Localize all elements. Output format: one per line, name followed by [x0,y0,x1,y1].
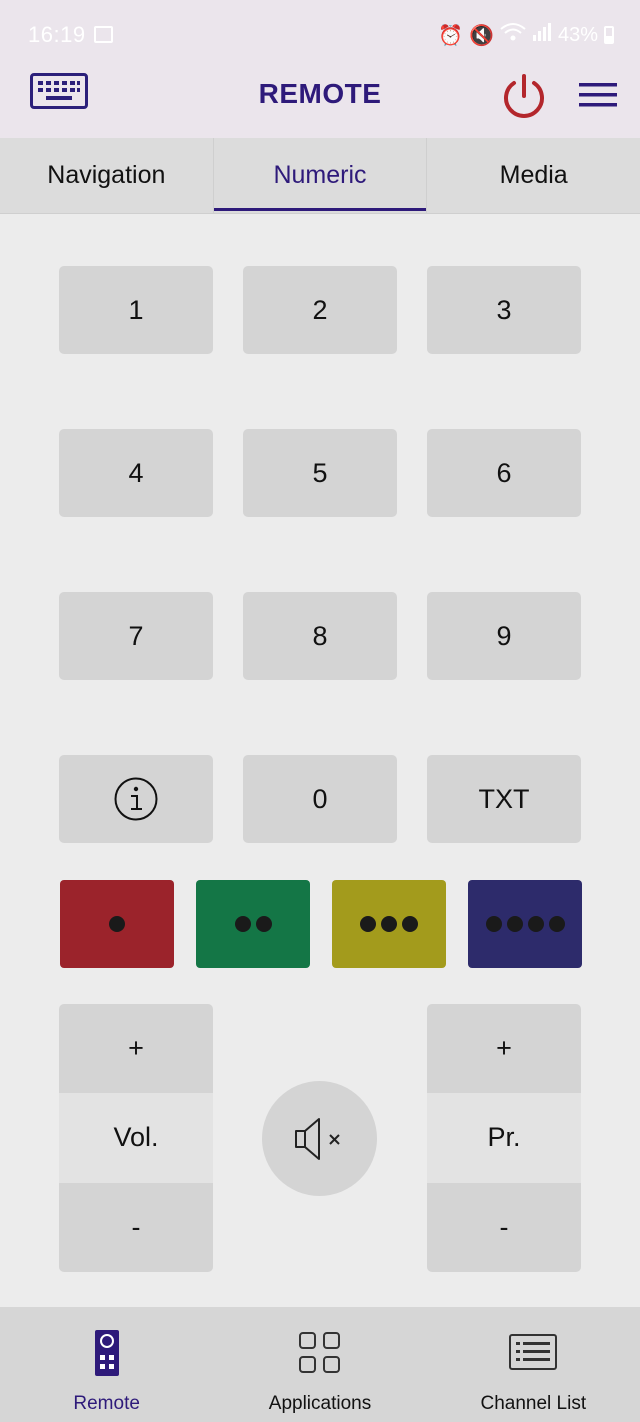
battery-icon [604,26,614,44]
top-bar: 16:19 ⏰ 🔇 43% REMOTE [0,0,640,138]
nav-channel-list-label: Channel List [480,1393,587,1414]
mute-status-icon: 🔇 [469,24,494,47]
info-icon [114,777,158,821]
blue-button[interactable] [468,880,582,968]
teletext-button[interactable]: TXT [427,755,581,843]
bottom-navigation: Remote Applications Channel List [0,1307,640,1422]
dot [360,916,376,932]
dot [485,916,502,932]
volume-up-button[interactable]: + [59,1004,213,1094]
dot [255,916,272,932]
yellow-button[interactable] [332,880,446,968]
status-icons: ⏰ 🔇 43% [438,22,614,48]
key-5-button[interactable]: 5 [243,429,397,517]
alarm-icon: ⏰ [438,24,464,47]
apps-grid-icon [298,1332,340,1373]
tab-navigation[interactable]: Navigation [0,138,214,213]
key-2-button[interactable]: 2 [243,266,397,354]
info-button[interactable] [59,755,213,843]
tab-bar: Navigation Numeric Media [0,138,640,214]
signal-icon [532,22,552,48]
key-7-button[interactable]: 7 [59,592,213,680]
key-3-button[interactable]: 3 [427,266,581,354]
program-up-button[interactable]: + [427,1004,581,1094]
dot [548,916,565,932]
dot [109,916,125,932]
volume-label: Vol. [59,1093,213,1183]
menu-icon[interactable] [578,80,618,110]
program-rocker: + Pr. - [427,1004,581,1272]
tab-numeric[interactable]: Numeric [213,138,428,213]
battery-percent: 43% [557,23,598,46]
dot [381,916,397,932]
power-icon[interactable] [500,74,548,118]
tab-media[interactable]: Media [427,138,640,213]
mute-button[interactable] [262,1081,377,1196]
nav-applications-label: Applications [268,1393,372,1414]
nav-remote-label: Remote [73,1393,140,1414]
key-9-button[interactable]: 9 [427,592,581,680]
nav-remote[interactable]: Remote [0,1307,213,1422]
dot [527,916,544,932]
green-button[interactable] [196,880,310,968]
key-0-button[interactable]: 0 [243,755,397,843]
key-4-button[interactable]: 4 [59,429,213,517]
status-time: 16:19 [28,22,86,47]
key-1-button[interactable]: 1 [59,266,213,354]
volume-rocker: + Vol. - [59,1004,213,1272]
volume-down-button[interactable]: - [59,1182,213,1272]
red-button[interactable] [60,880,174,968]
program-label: Pr. [427,1093,581,1183]
channel-list-icon [509,1334,558,1370]
key-8-button[interactable]: 8 [243,592,397,680]
key-6-button[interactable]: 6 [427,429,581,517]
dot [234,916,251,932]
dot [402,916,418,932]
status-bar: 16:19 ⏰ 🔇 43% [0,0,640,72]
nav-applications[interactable]: Applications [213,1307,426,1422]
wifi-icon [500,22,526,48]
nav-channel-list[interactable]: Channel List [427,1307,640,1422]
program-down-button[interactable]: - [427,1182,581,1272]
gallery-notification-icon [94,26,113,43]
dot [506,916,523,932]
mute-icon [294,1117,340,1160]
remote-icon [94,1330,119,1376]
